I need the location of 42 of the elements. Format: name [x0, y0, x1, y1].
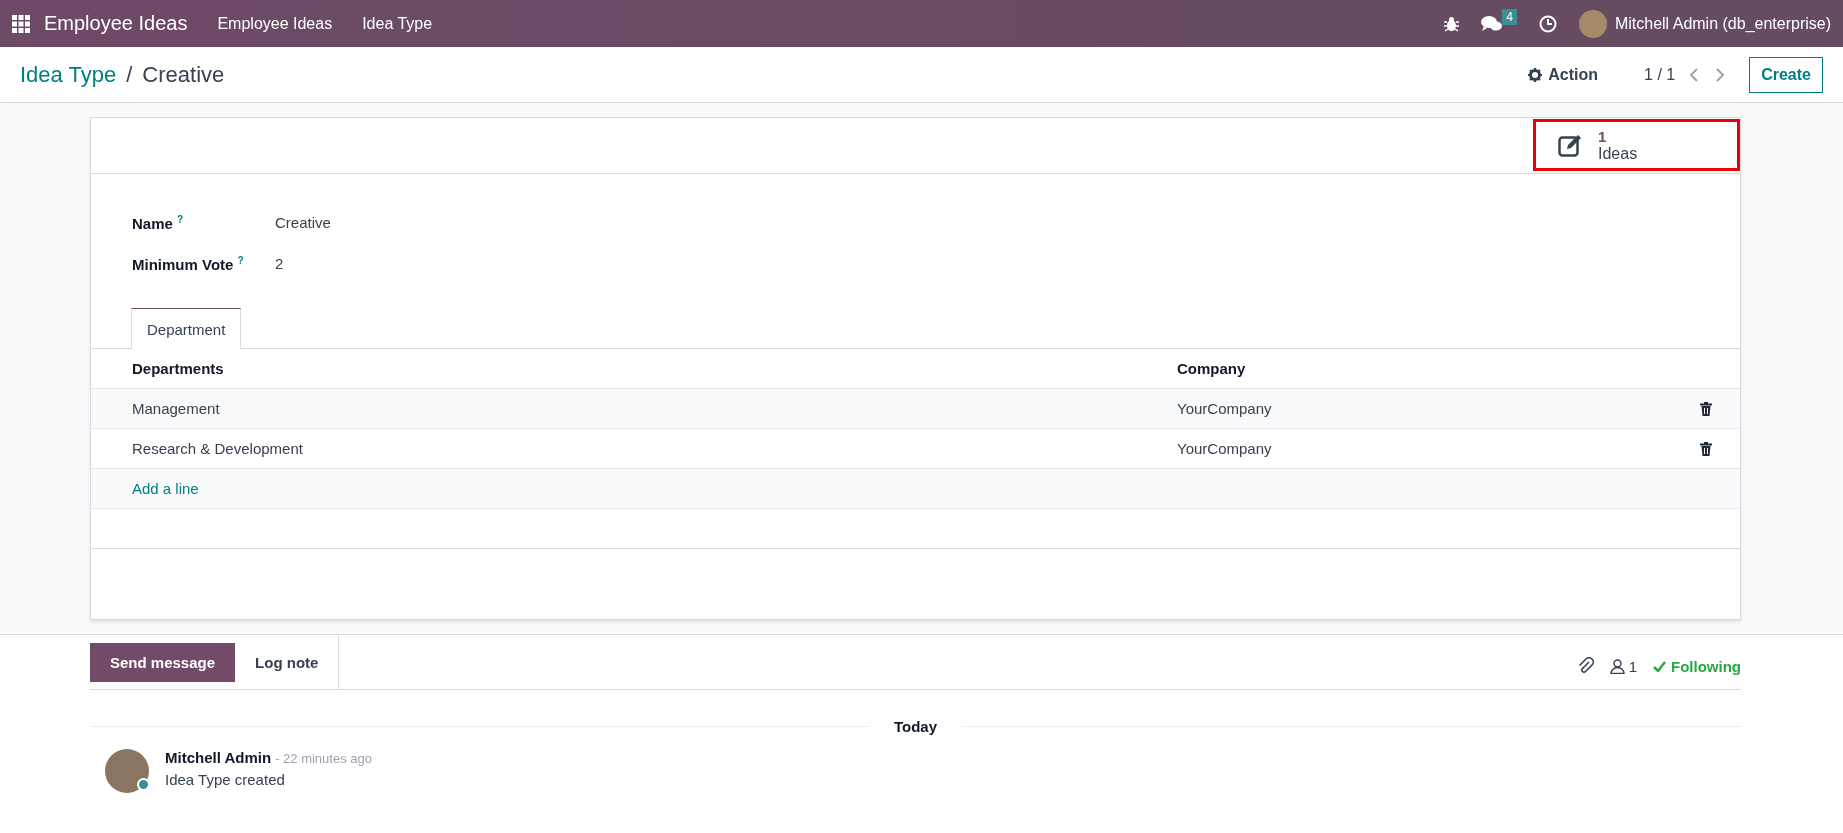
- field-label: Name $^{?}$: [132, 213, 185, 232]
- column-header: Departments: [132, 360, 225, 377]
- chatter-tab-button[interactable]: Send message: [90, 643, 236, 682]
- apps-menu-icon[interactable]: [12, 14, 30, 33]
- pager-value: 1 / 1: [1644, 65, 1676, 84]
- table-cell-text: YourCompany: [1177, 400, 1273, 417]
- edit-icon: [1558, 133, 1584, 157]
- table-cell-text: YourCompany: [1177, 440, 1273, 457]
- gear-icon: [1528, 67, 1543, 82]
- follower-count[interactable]: 1: [1628, 657, 1637, 675]
- date-separator: Today: [893, 718, 938, 735]
- field-value: Creative: [275, 214, 331, 231]
- following-label: Following: [1671, 657, 1741, 675]
- breadcrumb-item[interactable]: Idea Type: [20, 61, 117, 88]
- field-value: 2: [275, 255, 284, 272]
- chat-icon[interactable]: [1480, 14, 1503, 33]
- clock-icon[interactable]: [1538, 14, 1557, 33]
- person-icon[interactable]: [1609, 658, 1625, 674]
- action-button[interactable]: Action: [1542, 64, 1605, 85]
- ideas-stat-button[interactable]: 1 Ideas: [1533, 119, 1740, 171]
- create-button[interactable]: Create: [1749, 56, 1823, 93]
- trash-icon[interactable]: [1700, 441, 1712, 456]
- table-cell-text: Management: [132, 400, 221, 417]
- app-name[interactable]: Employee Ideas: [44, 12, 188, 35]
- message-body: Idea Type created: [165, 771, 286, 788]
- breadcrumb-item: Creative: [142, 61, 225, 88]
- trash-icon[interactable]: [1700, 401, 1712, 416]
- table-cell-text: Research & Development: [132, 440, 304, 457]
- message-author: Mitchell Admin: [165, 749, 272, 766]
- paperclip-icon[interactable]: [1577, 657, 1594, 675]
- message-count-badge: 4: [1502, 8, 1517, 25]
- breadcrumb-separator: /: [126, 61, 133, 88]
- field-label: Minimum Vote $^{?}$: [132, 254, 245, 273]
- column-header: Company: [1177, 360, 1247, 377]
- user-name[interactable]: Mitchell Admin (db_enterprise): [1614, 14, 1831, 33]
- check-icon: [1653, 660, 1666, 672]
- menu-item[interactable]: Employee Ideas: [217, 14, 333, 33]
- tab[interactable]: Department: [131, 308, 242, 349]
- message-time: - 22 minutes ago: [275, 751, 372, 766]
- online-status-dot: [137, 778, 150, 791]
- menu-item[interactable]: Idea Type: [362, 14, 433, 33]
- bug-icon[interactable]: [1443, 15, 1459, 32]
